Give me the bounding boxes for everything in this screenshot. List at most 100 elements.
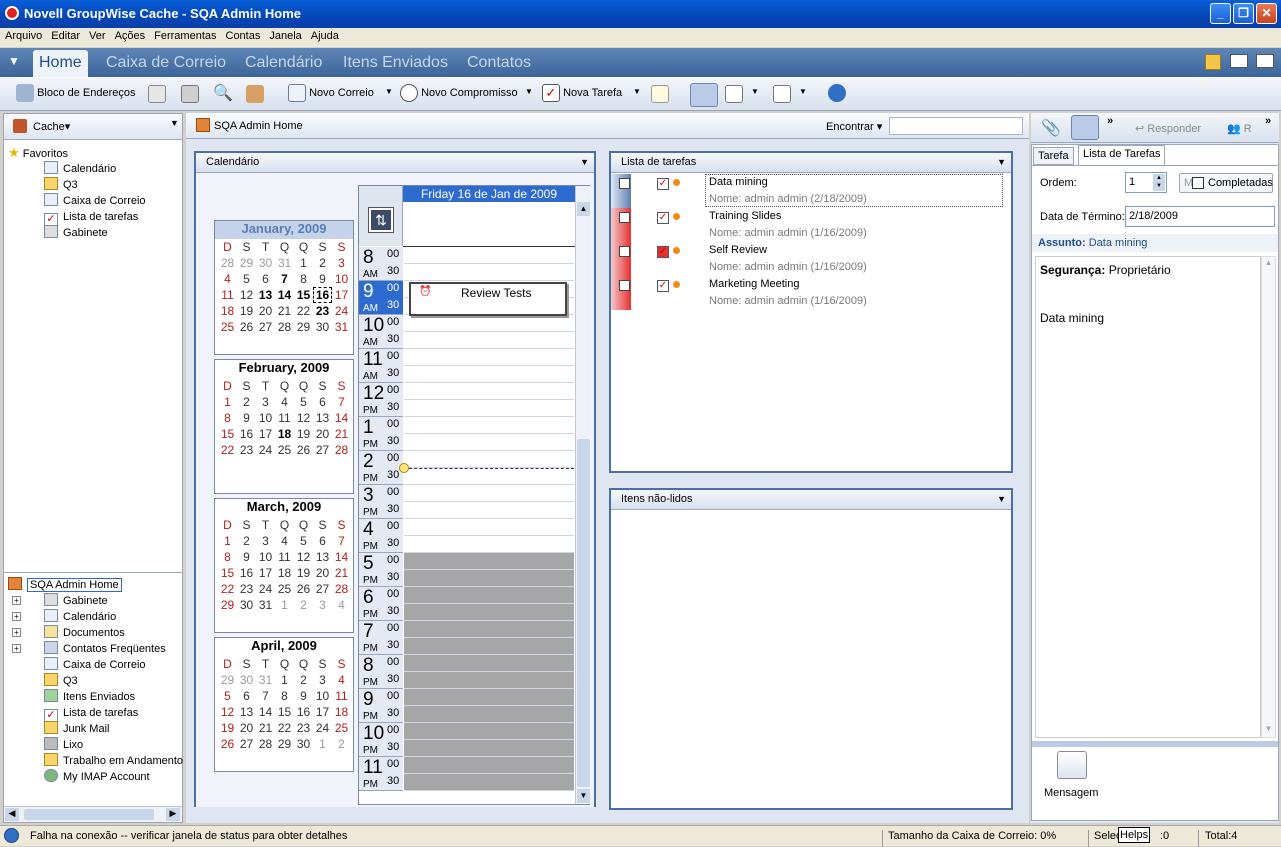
day-cell[interactable]: 12 [218, 704, 237, 720]
time-slot[interactable] [404, 468, 574, 485]
appointment-review-tests[interactable]: ⏰ Review Tests [409, 282, 567, 316]
day-cell[interactable]: 29 [218, 672, 237, 688]
day-cell[interactable]: 4 [275, 533, 294, 549]
calendar-view-icon[interactable] [773, 85, 791, 103]
more-icon[interactable]: » [1107, 115, 1113, 127]
folder-trabalho[interactable]: Trabalho em Andamento [8, 753, 183, 769]
body-scrollbar[interactable]: ▲ ▼ [1261, 256, 1276, 738]
time-slot[interactable] [404, 434, 574, 451]
sort-icon[interactable]: ⇅ [368, 207, 394, 233]
tab-itens-enviados[interactable]: Itens Enviados [337, 50, 454, 77]
panel-menu-icon[interactable]: ▼ [997, 494, 1006, 504]
fav-caixa-de-correio[interactable]: Caixa de Correio [8, 193, 182, 209]
day-cell[interactable]: 14 [332, 410, 351, 426]
new-note-icon[interactable] [651, 85, 669, 103]
connection-status-icon[interactable] [4, 828, 19, 843]
day-cell[interactable]: 1 [313, 736, 332, 752]
day-cell[interactable]: 8 [275, 688, 294, 704]
tab-contatos[interactable]: Contatos [461, 50, 537, 77]
time-slot[interactable] [404, 502, 574, 519]
day-cell[interactable]: 18 [218, 303, 237, 319]
day-cell[interactable]: 30 [237, 672, 256, 688]
tabs-dropdown-icon[interactable]: ▼ [8, 54, 20, 68]
folder-q3[interactable]: Q3 [8, 673, 182, 689]
scroll-left-icon[interactable]: ◀ [5, 808, 19, 821]
stepper-arrows-icon[interactable]: ▲ ▼ [1153, 174, 1165, 191]
fav-q3[interactable]: Q3 [8, 177, 182, 193]
day-cell[interactable]: 25 [275, 581, 294, 597]
panel-menu-icon[interactable]: ▼ [580, 157, 589, 167]
menu-acoes[interactable]: Ações [110, 28, 150, 42]
fav-gabinete[interactable]: Gabinete [8, 225, 182, 241]
day-cell[interactable]: 22 [294, 303, 313, 319]
scroll-thumb[interactable] [577, 439, 590, 787]
day-cell[interactable]: 20 [313, 426, 332, 442]
new-mail-dropdown-icon[interactable]: ▼ [385, 87, 393, 96]
day-cell[interactable]: 6 [256, 271, 275, 287]
panel-menu-icon[interactable]: ▼ [997, 157, 1006, 167]
day-cell[interactable]: 30 [237, 597, 256, 613]
day-cell[interactable]: 24 [313, 720, 332, 736]
day-cell[interactable]: 17 [256, 565, 275, 581]
day-cell[interactable]: 12 [294, 549, 313, 565]
day-cell[interactable]: 23 [237, 581, 256, 597]
day-cell[interactable]: 9 [294, 688, 313, 704]
day-cell[interactable]: 15 [294, 287, 313, 303]
expand-icon[interactable]: + [12, 628, 21, 637]
task-body[interactable]: Segurança: Proprietário Data mining [1035, 256, 1261, 738]
user-icon[interactable] [246, 85, 264, 103]
day-cell[interactable]: 14 [256, 704, 275, 720]
fav-calendario[interactable]: Calendário [8, 161, 182, 177]
time-slot[interactable] [404, 485, 574, 502]
list-view-icon[interactable] [1256, 54, 1274, 68]
reply-button[interactable]: ↩ Responder [1135, 122, 1201, 135]
day-cell[interactable]: 5 [218, 688, 237, 704]
day-cell[interactable]: 30 [313, 319, 332, 335]
time-slot[interactable] [404, 349, 574, 366]
menu-ajuda[interactable]: Ajuda [306, 28, 343, 42]
folder-calendario[interactable]: + Calendário [8, 609, 182, 625]
scroll-up-icon[interactable]: ▲ [1263, 258, 1274, 270]
day-cell[interactable]: 18 [332, 704, 351, 720]
time-slot[interactable] [404, 655, 574, 672]
folder-itens-enviados[interactable]: Itens Enviados [8, 689, 182, 705]
day-cell[interactable]: 20 [313, 565, 332, 581]
tab-tarefa[interactable]: Tarefa [1033, 147, 1074, 165]
day-cell[interactable]: 23 [237, 442, 256, 458]
task-row[interactable]: ✓ Training Slides Nome: admin admin (1/16/… [613, 208, 1009, 242]
more-icon[interactable]: » [1265, 115, 1271, 127]
day-cell[interactable]: 19 [294, 426, 313, 442]
tab-caixa-de-correio[interactable]: Caixa de Correio [100, 50, 232, 77]
notes-icon[interactable] [148, 85, 166, 103]
expand-icon[interactable]: + [12, 596, 21, 605]
new-mail-button[interactable]: Novo Correio [288, 84, 374, 102]
task-row[interactable]: ✓ Self Review Nome: admin admin (1/16/2009… [613, 242, 1009, 276]
day-cell[interactable]: 22 [275, 720, 294, 736]
day-cell[interactable]: 31 [332, 319, 351, 335]
time-slot[interactable] [404, 315, 574, 332]
day-cell[interactable]: 9 [237, 549, 256, 565]
day-cell[interactable]: 20 [256, 303, 275, 319]
day-cell[interactable]: 10 [313, 688, 332, 704]
day-cell[interactable]: 24 [332, 303, 351, 319]
folder-documentos[interactable]: + Documentos [8, 625, 182, 641]
time-slot[interactable] [404, 604, 574, 621]
time-slot[interactable] [404, 638, 574, 655]
time-slot[interactable] [404, 536, 574, 553]
day-cell[interactable]: 6 [313, 394, 332, 410]
folder-imap[interactable]: My IMAP Account [8, 769, 182, 785]
day-cell[interactable]: 16 [237, 426, 256, 442]
task-complete-checkbox[interactable] [619, 280, 630, 291]
day-cell[interactable]: 3 [256, 394, 275, 410]
folder-caixa-de-correio[interactable]: Caixa de Correio [8, 657, 182, 673]
find-icon[interactable]: 🔍 [213, 83, 233, 103]
day-cell[interactable]: 1 [275, 672, 294, 688]
day-cell[interactable]: 17 [332, 287, 351, 303]
paperclip-icon[interactable]: 📎 [1041, 118, 1061, 138]
view-dropdown-icon[interactable]: ▼ [751, 87, 759, 96]
day-cell[interactable]: 7 [256, 688, 275, 704]
day-cell[interactable]: 13 [313, 549, 332, 565]
day-cell[interactable]: 2 [332, 736, 351, 752]
new-task-button[interactable]: ✓ Nova Tarefa [542, 84, 622, 102]
day-cell[interactable]: 28 [332, 442, 351, 458]
